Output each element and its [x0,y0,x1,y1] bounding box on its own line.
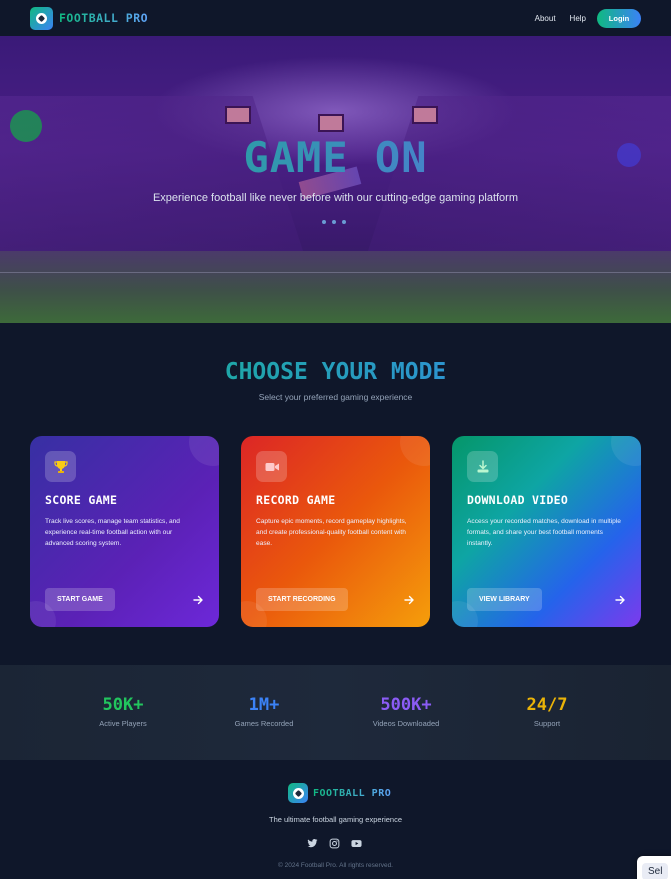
pitch-line [0,272,671,273]
instagram-icon[interactable] [329,838,340,849]
twitter-icon[interactable] [307,838,318,849]
trophy-icon [45,451,76,482]
stat-value: 1M+ [248,695,280,715]
hero-carousel-dots [322,220,346,224]
download-video-card[interactable]: DOWNLOAD VIDEO Access your recorded matc… [452,436,641,627]
footer-brand-name: FOOTBALL PRO [313,787,392,799]
copyright-text: © 2024 Football Pro. All rights reserved… [278,862,393,869]
selection-popup[interactable]: Sel [637,856,671,879]
card-description: Track live scores, manage team statistic… [45,518,180,547]
card-title: DOWNLOAD VIDEO [467,493,569,507]
footer-tagline: The ultimate football gaming experience [269,815,402,824]
hero-subtitle: Experience football like never before wi… [152,192,519,204]
football-pitch [0,251,671,323]
soccer-ball-icon [288,783,308,803]
stadium-screen [225,106,251,124]
view-library-button[interactable]: VIEW LIBRARY [467,588,542,611]
youtube-icon[interactable] [351,838,362,849]
card-description: Access your recorded matches, download i… [467,518,621,547]
video-camera-icon [256,451,287,482]
hero-banner: GAME ON Experience football like never b… [0,36,671,323]
modes-subheading: Select your preferred gaming experience [258,392,413,402]
stat-value: 24/7 [526,695,568,715]
login-button[interactable]: Login [597,8,641,28]
stat-active-players: 50K+ Active Players [68,695,178,728]
selection-popup-label[interactable]: Sel [642,863,669,879]
modes-heading: CHOOSE YOUR MODE [0,359,671,385]
brand-name[interactable]: FOOTBALL PRO [59,11,148,25]
nav-links: About Help Login [521,8,641,28]
top-navbar: FOOTBALL PRO About Help Login [0,0,671,36]
stadium-screen [318,114,344,132]
nav-link-help[interactable]: Help [570,14,586,23]
nav-link-about[interactable]: About [535,14,556,23]
carousel-dot[interactable] [332,220,336,224]
stat-videos-downloaded: 500K+ Videos Downloaded [351,695,461,728]
start-game-button[interactable]: START GAME [45,588,115,611]
carousel-dot[interactable] [322,220,326,224]
start-recording-button[interactable]: START RECORDING [256,588,348,611]
hero-title: GAME ON [0,133,671,182]
soccer-ball-icon[interactable] [30,6,53,30]
arrow-right-icon[interactable] [614,594,626,606]
social-links [307,838,362,849]
stat-label: Active Players [99,719,147,728]
stat-label: Support [533,719,561,728]
stat-value: 50K+ [102,695,144,715]
stat-games-recorded: 1M+ Games Recorded [209,695,319,728]
card-title: SCORE GAME [45,493,118,507]
score-game-card[interactable]: SCORE GAME Track live scores, manage tea… [30,436,219,627]
arrow-right-icon[interactable] [192,594,204,606]
stat-value: 500K+ [380,695,432,715]
stat-label: Games Recorded [234,719,294,728]
stats-section: 50K+ Active Players 1M+ Games Recorded 5… [0,665,671,760]
carousel-dot[interactable] [342,220,346,224]
arrow-right-icon[interactable] [403,594,415,606]
stat-support: 24/7 Support [492,695,602,728]
stadium-screen [412,106,438,124]
stat-label: Videos Downloaded [372,719,440,728]
footer-brand[interactable]: FOOTBALL PRO [288,783,391,803]
download-icon [467,451,498,482]
card-description: Capture epic moments, record gameplay hi… [256,518,407,547]
card-title: RECORD GAME [256,493,336,507]
record-game-card[interactable]: RECORD GAME Capture epic moments, record… [241,436,430,627]
